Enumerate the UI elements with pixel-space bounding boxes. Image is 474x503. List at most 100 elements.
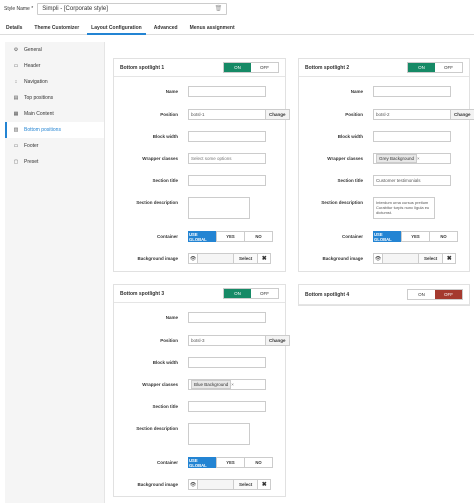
no-button[interactable]: NO (244, 457, 273, 468)
block-width-row: Block width (114, 357, 294, 369)
wrapper-chip[interactable]: Grey Background (376, 154, 418, 163)
name-input[interactable] (188, 312, 266, 323)
yes-button[interactable]: YES (401, 231, 430, 242)
block-width-row: Block width (114, 131, 294, 143)
use-global-button[interactable]: USE GLOBAL (188, 457, 217, 468)
section-description-textarea[interactable]: Interdum urna cursus pretium Curabitur t… (373, 197, 435, 219)
sidebar-item-navigation[interactable]: ↕ Navigation (5, 74, 104, 90)
off-button[interactable]: OFF (435, 63, 462, 72)
sidebar-item-main-content[interactable]: ▦ Main Content (5, 106, 104, 122)
sidebar-item-header[interactable]: ▭ Header (5, 58, 104, 74)
position-label: Position (160, 112, 178, 117)
wrapper-classes-select[interactable]: Blue Background × (188, 379, 266, 390)
block-width-input[interactable] (188, 131, 266, 142)
select-button[interactable]: Select (234, 479, 259, 490)
panel-title: Bottom spotlight 1 (120, 64, 165, 71)
container-row: Container USE GLOBAL YES NO (114, 457, 294, 469)
on-off-toggle[interactable]: ON OFF (407, 62, 463, 73)
eye-icon[interactable]: 👁 (373, 253, 383, 264)
position-input[interactable]: botsl-3 (188, 335, 266, 346)
wrapper-classes-label: Wrapper classes (327, 156, 363, 161)
background-image-row: Background image 👁 Select ✖ (114, 479, 294, 491)
change-button[interactable]: Change (266, 335, 290, 346)
on-button[interactable]: ON (408, 290, 435, 299)
section-title-field-wrap (188, 401, 266, 412)
name-label: Name (165, 89, 178, 94)
close-icon[interactable]: ✖ (258, 479, 272, 490)
change-button[interactable]: Change (266, 109, 290, 120)
on-button[interactable]: ON (224, 63, 251, 72)
yes-button[interactable]: YES (216, 457, 245, 468)
wrapper-classes-select[interactable]: Select some options (188, 153, 266, 164)
select-button[interactable]: Select (234, 253, 259, 264)
panel-header: Bottom spotlight 3 ON OFF (114, 285, 285, 303)
section-title-input[interactable] (188, 401, 266, 412)
tab-advanced[interactable]: Advanced (148, 22, 184, 34)
block-width-input[interactable] (373, 131, 451, 142)
close-icon[interactable]: ✖ (443, 253, 457, 264)
use-global-button[interactable]: USE GLOBAL (373, 231, 402, 242)
section-description-textarea[interactable] (188, 197, 250, 219)
section-description-field-wrap: Interdum urna cursus pretium Curabitur t… (373, 197, 435, 219)
yes-button[interactable]: YES (216, 231, 245, 242)
sidebar-item-general[interactable]: ⚙ General (5, 42, 104, 58)
block-width-row: Block width (299, 131, 474, 143)
background-image-input[interactable] (198, 479, 234, 490)
sidebar-item-footer[interactable]: ▭ Footer (5, 138, 104, 154)
close-icon[interactable]: ✖ (258, 253, 272, 264)
on-button[interactable]: ON (224, 289, 251, 298)
wrapper-classes-select[interactable]: Grey Background × (373, 153, 451, 164)
sidebar-item-preset[interactable]: ▢ Preset (5, 154, 104, 170)
no-button[interactable]: NO (429, 231, 458, 242)
trash-icon[interactable]: 🗑 (215, 4, 223, 14)
section-description-label: Section description (136, 200, 178, 205)
off-button[interactable]: OFF (435, 290, 462, 299)
tab-details[interactable]: Details (0, 22, 28, 34)
use-global-button[interactable]: USE GLOBAL (188, 231, 217, 242)
tab-menus-assignment[interactable]: Menus assignment (184, 22, 241, 34)
wrapper-chip[interactable]: Blue Background (191, 380, 232, 389)
wrapper-classes-field-wrap: Grey Background × (373, 153, 451, 164)
section-title-field-wrap (188, 175, 266, 186)
sidebar-item-bottom-positions[interactable]: ▥ Bottom positions (5, 122, 104, 138)
wrapper-classes-row: Wrapper classes Grey Background × (299, 153, 474, 165)
style-name-input[interactable]: Simpli - [Corporate style] 🗑 (37, 3, 228, 15)
name-input[interactable] (373, 86, 451, 97)
section-description-row: Section description (114, 423, 294, 445)
container-toggle: USE GLOBAL YES NO (188, 457, 273, 468)
section-title-row: Section title Customer testimonials (299, 175, 474, 187)
eye-icon[interactable]: 👁 (188, 253, 198, 264)
sidebar-item-label: Header (24, 63, 41, 69)
tab-layout-configuration[interactable]: Layout Configuration (85, 22, 148, 35)
section-description-textarea[interactable] (188, 423, 250, 445)
background-image-input[interactable] (383, 253, 419, 264)
tab-theme-customizer[interactable]: Theme Customizer (28, 22, 85, 34)
background-image-input[interactable] (198, 253, 234, 264)
panel-bottom-spotlight-2: Bottom spotlight 2 ON OFF Name Position botsl… (298, 58, 474, 272)
name-field-wrap (188, 86, 266, 97)
style-name-label: Style Name * (4, 6, 34, 12)
container-label: Container (156, 234, 178, 239)
chip-remove-icon[interactable]: × (417, 156, 420, 161)
position-input[interactable]: botsl-1 (188, 109, 266, 120)
change-button[interactable]: Change (451, 109, 474, 120)
background-image-field-wrap: 👁 Select ✖ (188, 479, 272, 490)
block-width-input[interactable] (188, 357, 266, 368)
name-input[interactable] (188, 86, 266, 97)
section-title-input[interactable]: Customer testimonials (373, 175, 451, 186)
select-button[interactable]: Select (419, 253, 444, 264)
no-button[interactable]: NO (244, 231, 273, 242)
off-button[interactable]: OFF (251, 63, 278, 72)
on-off-toggle[interactable]: ON OFF (223, 62, 279, 73)
on-button[interactable]: ON (408, 63, 435, 72)
chip-remove-icon[interactable]: × (231, 382, 234, 387)
on-off-toggle[interactable]: ON OFF (223, 288, 279, 299)
wrapper-classes-field-wrap: Blue Background × (188, 379, 266, 390)
on-off-toggle[interactable]: ON OFF (407, 289, 463, 300)
off-button[interactable]: OFF (251, 289, 278, 298)
sidebar-item-top-positions[interactable]: ▤ Top positions (5, 90, 104, 106)
section-title-input[interactable] (188, 175, 266, 186)
position-input[interactable]: botsl-2 (373, 109, 451, 120)
eye-icon[interactable]: 👁 (188, 479, 198, 490)
section-title-label: Section title (152, 178, 178, 183)
